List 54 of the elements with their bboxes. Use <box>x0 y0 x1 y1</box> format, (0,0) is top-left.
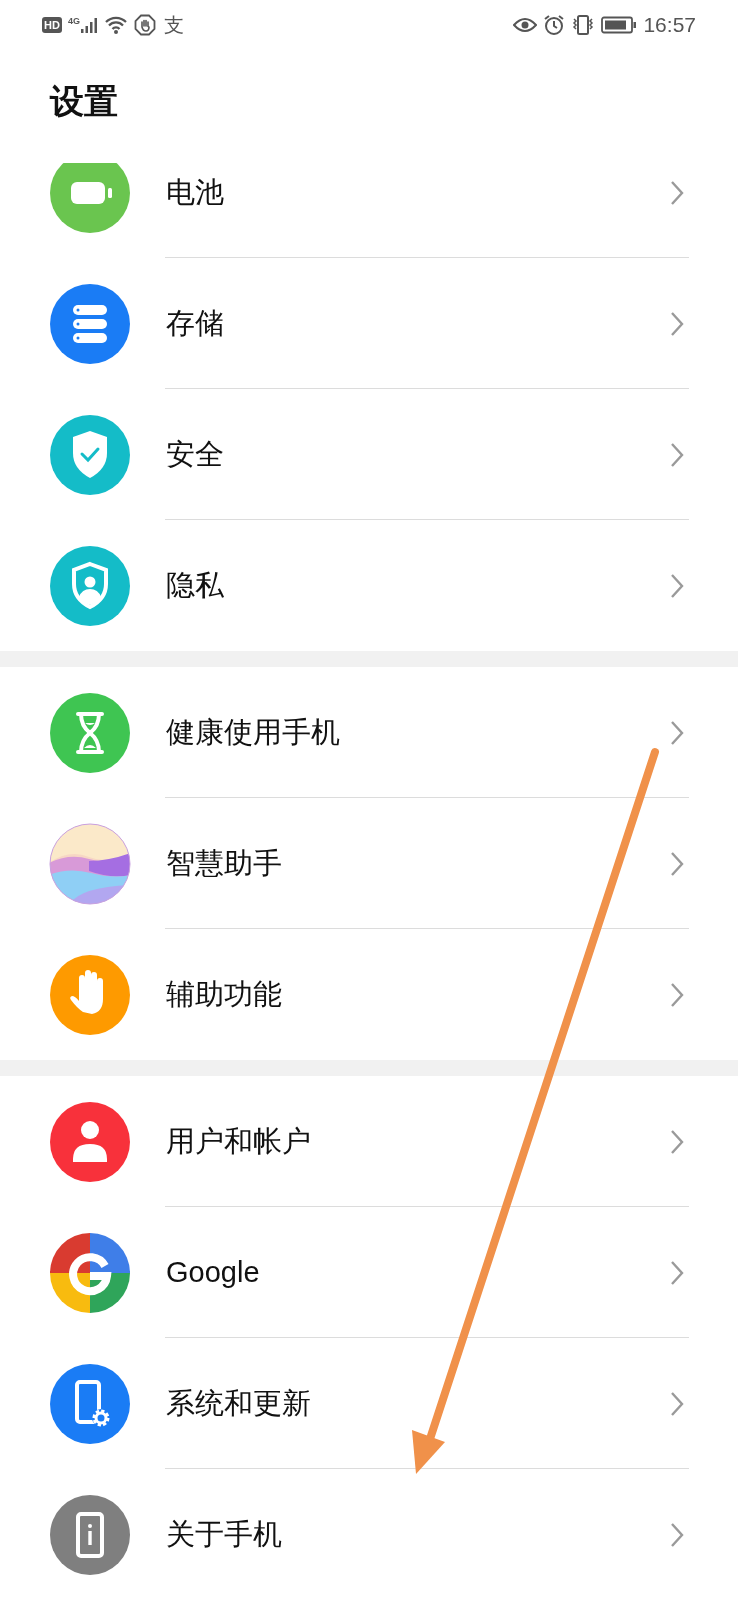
hand-icon <box>49 953 131 1036</box>
item-label: 辅助功能 <box>166 976 282 1012</box>
chevron-icon <box>670 441 684 468</box>
phone-info-icon <box>49 1493 131 1576</box>
wifi-icon <box>103 15 128 35</box>
battery-icon <box>601 16 638 34</box>
google-g-icon <box>49 1231 131 1314</box>
chevron-icon <box>670 1128 684 1155</box>
alarm-icon <box>543 14 566 36</box>
chevron-icon <box>670 981 684 1008</box>
settings-item[interactable]: 安全 <box>0 389 738 520</box>
signal-icon <box>79 16 98 34</box>
settings-item[interactable]: 辅助功能 <box>0 929 738 1060</box>
battery-icon <box>49 163 131 234</box>
hd-badge: HD <box>42 17 62 33</box>
clock-time: 16:57 <box>643 12 696 39</box>
item-label: 电池 <box>166 174 224 210</box>
settings-item[interactable]: 隐私 <box>0 520 738 651</box>
app-notification-glyph: 支 <box>163 13 184 38</box>
chevron-icon <box>670 850 684 877</box>
item-label: 存储 <box>166 305 224 341</box>
settings-item[interactable]: 电池 <box>0 163 738 258</box>
eye-icon <box>513 17 538 33</box>
item-label: 关于手机 <box>166 1516 282 1552</box>
item-label: 健康使用手机 <box>166 714 340 750</box>
item-label: 系统和更新 <box>166 1385 311 1421</box>
settings-item[interactable]: 关于手机 <box>0 1469 738 1600</box>
person-icon <box>49 1100 131 1183</box>
settings-item[interactable]: 用户和帐户 <box>0 1076 738 1207</box>
chevron-icon <box>670 1390 684 1417</box>
privacy-shield-icon <box>49 544 131 627</box>
storage-icon <box>49 282 131 365</box>
item-label: Google <box>166 1254 260 1290</box>
hourglass-icon <box>49 691 131 774</box>
item-label: 用户和帐户 <box>166 1123 311 1159</box>
chevron-icon <box>670 1521 684 1548</box>
page-title: 设置 <box>50 81 118 122</box>
chevron-icon <box>670 310 684 337</box>
settings-item[interactable]: 存储 <box>0 258 738 389</box>
hand-badge-icon <box>133 14 156 36</box>
chevron-icon <box>670 719 684 746</box>
settings-item[interactable]: 健康使用手机 <box>0 667 738 798</box>
chevron-icon <box>670 572 684 599</box>
settings-item[interactable]: Google <box>0 1207 738 1338</box>
network-type: 4G <box>67 16 80 26</box>
item-label: 安全 <box>166 436 224 472</box>
item-label: 智慧助手 <box>166 845 282 881</box>
chevron-icon <box>670 179 684 206</box>
phone-settings-icon <box>49 1362 131 1445</box>
chevron-icon <box>670 1259 684 1286</box>
settings-item[interactable]: 智慧助手 <box>0 798 738 929</box>
shield-check-icon <box>49 413 131 496</box>
item-label: 隐私 <box>166 567 224 603</box>
vibrate-icon <box>571 14 596 36</box>
